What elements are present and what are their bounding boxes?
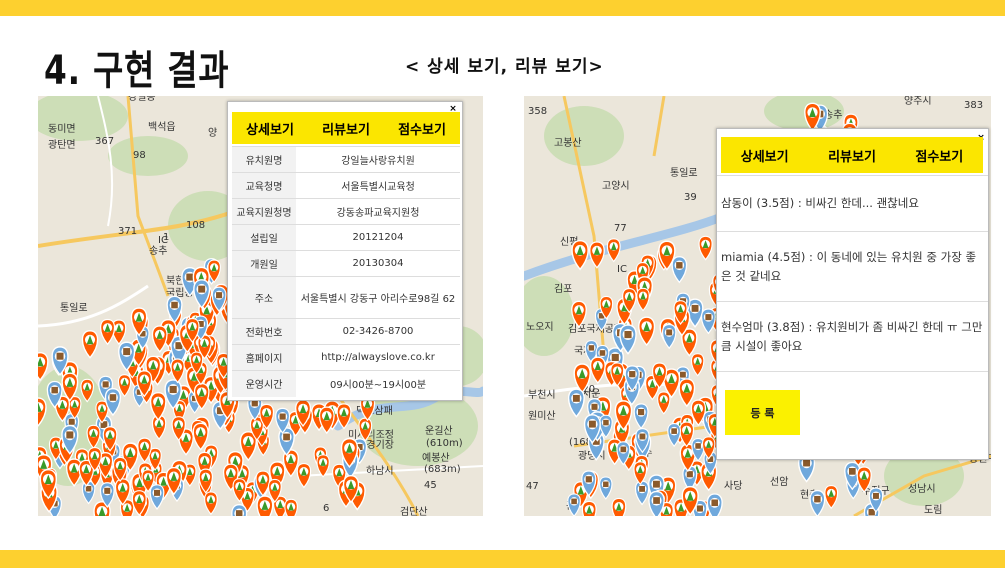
table-row: 유치원명 강일늘사랑유치원 bbox=[232, 146, 460, 173]
map-label: 원미산 bbox=[528, 410, 556, 422]
map-label: 47 bbox=[526, 481, 539, 492]
map-label: 98 bbox=[133, 150, 146, 161]
map-label: 하남시 bbox=[366, 464, 394, 477]
tab-detail[interactable]: 상세보기 bbox=[246, 119, 294, 138]
detail-table: 유치원명 강일늘사랑유치원 교육청명 서울특별시교육청 교육지원청명 강동송파교육지원… bbox=[232, 146, 460, 397]
map-label: 사당 bbox=[724, 480, 742, 492]
map-label: 383 bbox=[964, 100, 983, 111]
map-label: 예봉산 bbox=[422, 452, 450, 464]
detail-popup: × 상세보기 리뷰보기 점수보기 유치원명 강일늘사랑유치원 교육청명 서울특별시교… bbox=[227, 101, 463, 401]
kindergarten-marker[interactable] bbox=[611, 497, 627, 516]
map-label: 108 bbox=[186, 220, 205, 231]
review-item: 현수엄마 (3.8점) : 유치원비가 좀 비싸긴 한데 ㅠ 그만큼 시설이 좋… bbox=[717, 302, 988, 372]
table-row: 주소 서울특별시 강동구 아리수로98길 62 bbox=[232, 276, 460, 319]
map-label: 양 bbox=[208, 127, 217, 139]
map-label: 강일동 bbox=[128, 96, 156, 103]
kindergarten-marker-blue[interactable] bbox=[706, 493, 723, 516]
map-label: 광탄면 bbox=[48, 139, 76, 151]
homepage-link[interactable]: http://alwayslove.co.kr bbox=[296, 344, 460, 371]
table-row: 교육청명 서울특별시교육청 bbox=[232, 172, 460, 199]
map-label: 백석읍 bbox=[148, 121, 176, 133]
map-label: 45 bbox=[424, 480, 437, 491]
popup-tab-bar: 상세보기 리뷰보기 점수보기 bbox=[721, 137, 983, 173]
top-accent-bar bbox=[0, 0, 1005, 16]
register-button[interactable]: 등 록 bbox=[725, 390, 800, 435]
review-item: 삼동이 (3.5점) : 비싸긴 한데... 괜찮네요 bbox=[717, 175, 988, 232]
map-label: 통일로 bbox=[670, 167, 698, 179]
popup-tab-bar: 상세보기 리뷰보기 점수보기 bbox=[232, 112, 460, 144]
row-value: 강동송파교육지원청 bbox=[296, 198, 460, 225]
table-row: 교육지원청명 강동송파교육지원청 bbox=[232, 198, 460, 225]
row-value: 강일늘사랑유치원 bbox=[296, 146, 460, 173]
row-key: 전화번호 bbox=[232, 318, 296, 345]
kindergarten-marker[interactable] bbox=[581, 500, 597, 516]
map-label: 검단산 bbox=[400, 506, 428, 516]
map-label: 성남시 bbox=[908, 483, 936, 495]
map-label: 통일로 bbox=[60, 302, 88, 314]
map-label: 노오지 bbox=[526, 321, 554, 333]
map-label: 358 bbox=[528, 106, 547, 117]
kindergarten-marker[interactable] bbox=[256, 495, 274, 516]
kindergarten-marker-blue[interactable] bbox=[231, 504, 248, 516]
map-label: IC bbox=[158, 235, 168, 246]
map-label: 양주시 bbox=[904, 96, 932, 107]
kindergarten-marker[interactable] bbox=[284, 498, 298, 516]
map-label: IC bbox=[617, 264, 627, 275]
slide-title: 4. 구현 결과 bbox=[44, 48, 230, 94]
row-value: 20130304 bbox=[296, 250, 460, 277]
map-label: 운길산 bbox=[425, 424, 453, 437]
tab-review[interactable]: 리뷰보기 bbox=[322, 119, 370, 138]
row-key: 설립일 bbox=[232, 224, 296, 251]
map-label: 6 bbox=[323, 503, 329, 514]
slide-subtitle: < 상세 보기, 리뷰 보기> bbox=[405, 57, 604, 77]
review-popup: × 상세보기 리뷰보기 점수보기 삼동이 (3.5점) : 비싸긴 한데... … bbox=[716, 128, 989, 460]
row-key: 교육청명 bbox=[232, 172, 296, 199]
map-label: 도림 bbox=[924, 504, 942, 516]
map-label: 39 bbox=[684, 192, 697, 203]
row-value: 서울특별시 강동구 아리수로98길 62 bbox=[296, 276, 460, 319]
map-label: (683m) bbox=[424, 464, 461, 475]
tab-score[interactable]: 점수보기 bbox=[398, 119, 446, 138]
row-key: 개원일 bbox=[232, 250, 296, 277]
map-label: 선암 bbox=[770, 476, 788, 488]
map-label: 367 bbox=[95, 136, 114, 147]
table-row: 설립일 20121204 bbox=[232, 224, 460, 251]
tab-review[interactable]: 리뷰보기 bbox=[828, 146, 876, 165]
table-row: 전화번호 02-3426-8700 bbox=[232, 318, 460, 345]
tab-score[interactable]: 점수보기 bbox=[915, 146, 963, 165]
table-row: 운영시간 09시00분~19시00분 bbox=[232, 370, 460, 397]
row-key: 유치원명 bbox=[232, 146, 296, 173]
map-label: 고양시 bbox=[602, 180, 630, 192]
row-value: 09시00분~19시00분 bbox=[296, 370, 460, 397]
row-key: 교육지원청명 bbox=[232, 198, 296, 225]
map-label: 동미면 bbox=[48, 123, 76, 135]
map-label: (610m) bbox=[426, 438, 463, 449]
table-row: 개원일 20130304 bbox=[232, 250, 460, 277]
table-row: 홈페이지 http://alwayslove.co.kr bbox=[232, 344, 460, 371]
tab-detail[interactable]: 상세보기 bbox=[741, 146, 789, 165]
row-value: 20121204 bbox=[296, 224, 460, 251]
map-label: 김포 bbox=[554, 283, 572, 295]
bottom-accent-bar bbox=[0, 550, 1005, 568]
map-label: 부천시 bbox=[528, 389, 556, 401]
row-key: 홈페이지 bbox=[232, 344, 296, 371]
row-key: 주소 bbox=[232, 276, 296, 319]
slide: 4. 구현 결과 < 상세 보기, 리뷰 보기> 강일동동미면 백석읍광탄면 367… bbox=[0, 0, 1005, 568]
review-item: miamia (4.5점) : 이 동네에 있는 유치원 중 가장 좋은 것 같… bbox=[717, 232, 988, 302]
map-label: 송추 bbox=[149, 245, 167, 257]
row-key: 운영시간 bbox=[232, 370, 296, 397]
map-label: 371 bbox=[118, 226, 137, 237]
row-value: 서울특별시교육청 bbox=[296, 172, 460, 199]
row-value: 02-3426-8700 bbox=[296, 318, 460, 345]
map-label: 77 bbox=[614, 223, 627, 234]
map-label: 고봉산 bbox=[554, 137, 582, 149]
